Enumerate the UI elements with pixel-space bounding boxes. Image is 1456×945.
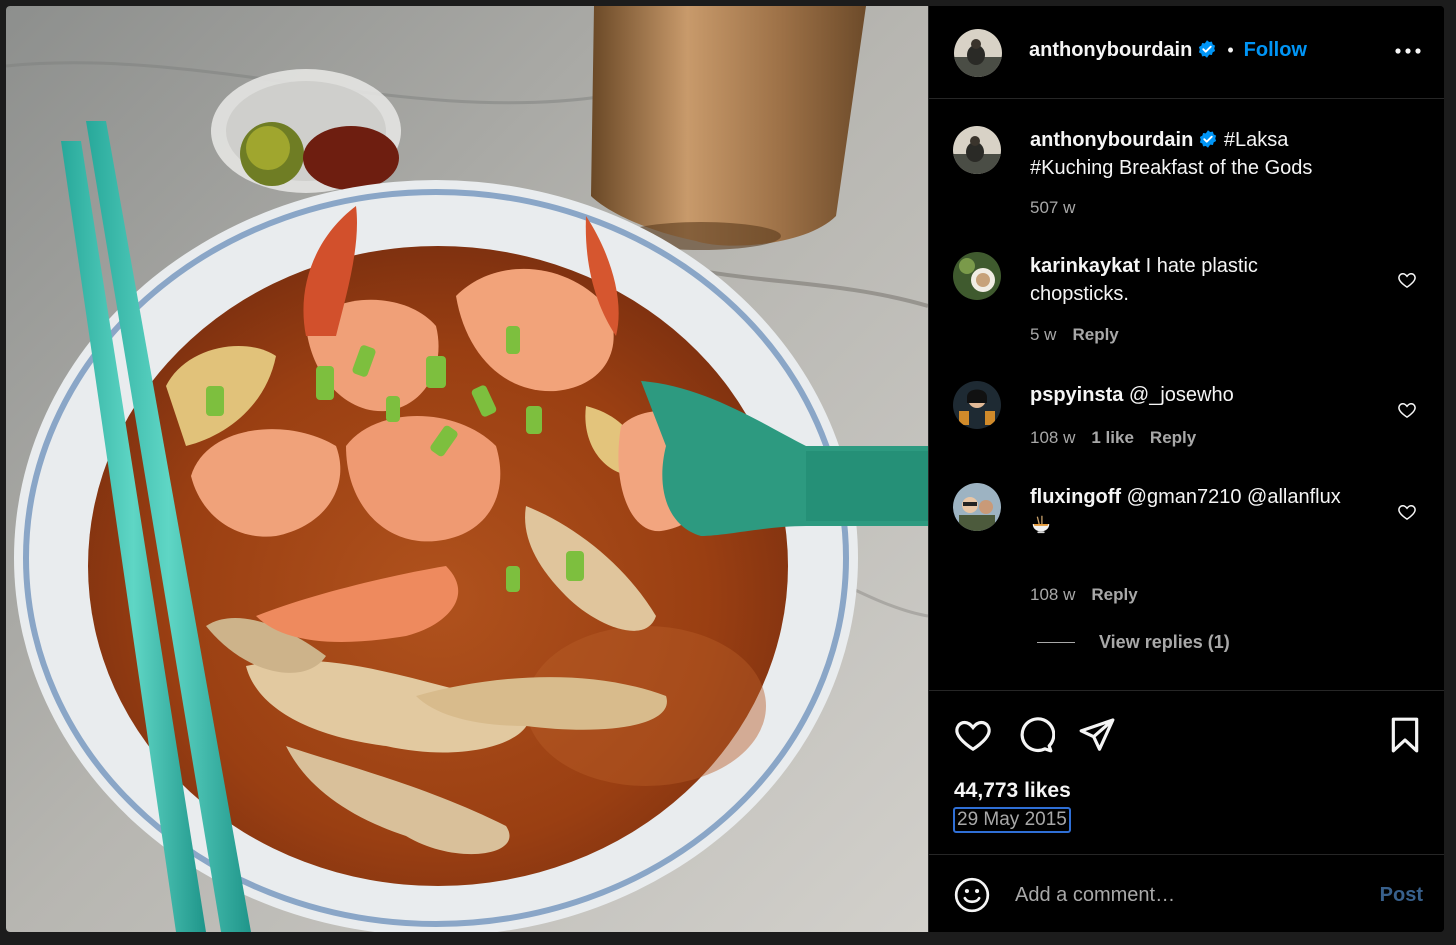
comment-text-block: karinkaykat I hate plastic chopsticks. [1030, 252, 1360, 308]
post-photo[interactable] [6, 6, 928, 932]
post-actions-bar: 44,773 likes 29 May 2015 [929, 690, 1444, 855]
post-comment-button[interactable]: Post [1380, 884, 1423, 907]
caption-text-block: anthonybourdain #Laksa #Kuching Breakfas… [1030, 126, 1375, 182]
post-header: anthonybourdain • Follow [929, 6, 1444, 99]
header-user-row: anthonybourdain • Follow [1029, 39, 1307, 62]
verified-badge-icon [1200, 130, 1217, 148]
caption-timestamp: 507 w [1030, 198, 1076, 217]
comment-timestamp: 108 w [1030, 585, 1076, 604]
add-comment-bar: Post [929, 855, 1444, 932]
author-username[interactable]: anthonybourdain [1029, 39, 1192, 61]
post-details-panel: anthonybourdain • Follow anthonybourdain [928, 6, 1444, 932]
verified-badge-icon [1199, 40, 1216, 58]
post-date[interactable]: 29 May 2015 [953, 807, 1071, 833]
comment-text: @gman7210 @allanflux [1126, 486, 1341, 508]
heart-icon[interactable] [953, 715, 993, 755]
caption-author-avatar[interactable] [953, 126, 1001, 174]
commenter-username[interactable]: karinkaykat [1030, 255, 1140, 277]
comment-likes-count[interactable]: 1 like [1091, 428, 1134, 447]
commenter-avatar[interactable] [953, 252, 1001, 300]
likes-count[interactable]: 44,773 likes [954, 779, 1071, 803]
comment-like-heart-icon[interactable] [1397, 270, 1417, 290]
comment-text: @_josewho [1128, 384, 1234, 406]
comment-icon[interactable] [1015, 715, 1055, 755]
view-replies-button[interactable]: View replies (1) [1037, 632, 1230, 653]
instagram-post-window: anthonybourdain • Follow anthonybourdain [6, 6, 1444, 932]
reply-button[interactable]: Reply [1072, 325, 1118, 344]
comment-item: pspyinsta @_josewho 108 w 1 like Reply [953, 381, 1423, 461]
more-options-icon[interactable] [1393, 36, 1423, 66]
caption-meta: 507 w [1030, 198, 1091, 218]
comment-text-block: pspyinsta @_josewho [1030, 381, 1360, 409]
commenter-username[interactable]: fluxingoff [1030, 486, 1121, 508]
share-icon[interactable] [1077, 715, 1117, 755]
follow-button[interactable]: Follow [1244, 39, 1307, 61]
comment-meta: 108 w Reply [1030, 585, 1154, 605]
reply-button[interactable]: Reply [1150, 428, 1196, 447]
laksa-photo-image [6, 6, 928, 932]
comment-timestamp: 108 w [1030, 428, 1076, 447]
header-separator: • [1227, 40, 1234, 60]
comment-input[interactable] [1015, 875, 1335, 915]
comment-meta: 108 w 1 like Reply [1030, 428, 1212, 448]
noodle-bowl-icon [1032, 515, 1050, 534]
commenter-username[interactable]: pspyinsta [1030, 384, 1123, 406]
comment-text-block: fluxingoff @gman7210 @allanflux [1030, 483, 1360, 539]
comment-like-heart-icon[interactable] [1397, 400, 1417, 420]
comment-meta: 5 w Reply [1030, 325, 1135, 345]
post-caption: anthonybourdain #Laksa #Kuching Breakfas… [953, 126, 1423, 226]
comment-item: karinkaykat I hate plastic chopsticks. 5… [953, 252, 1423, 352]
caption-username[interactable]: anthonybourdain [1030, 129, 1193, 151]
reply-button[interactable]: Reply [1091, 585, 1137, 604]
comment-item: fluxingoff @gman7210 @allanflux 108 w Rep… [953, 483, 1423, 623]
comment-timestamp: 5 w [1030, 325, 1057, 344]
view-replies-line [1037, 642, 1075, 643]
commenter-avatar[interactable] [953, 483, 1001, 531]
commenter-avatar[interactable] [953, 381, 1001, 429]
author-avatar[interactable] [954, 29, 1002, 77]
view-replies-label: View replies (1) [1099, 632, 1230, 652]
comment-like-heart-icon[interactable] [1397, 502, 1417, 522]
emoji-smile-icon[interactable] [953, 876, 991, 914]
bookmark-icon[interactable] [1385, 715, 1425, 755]
